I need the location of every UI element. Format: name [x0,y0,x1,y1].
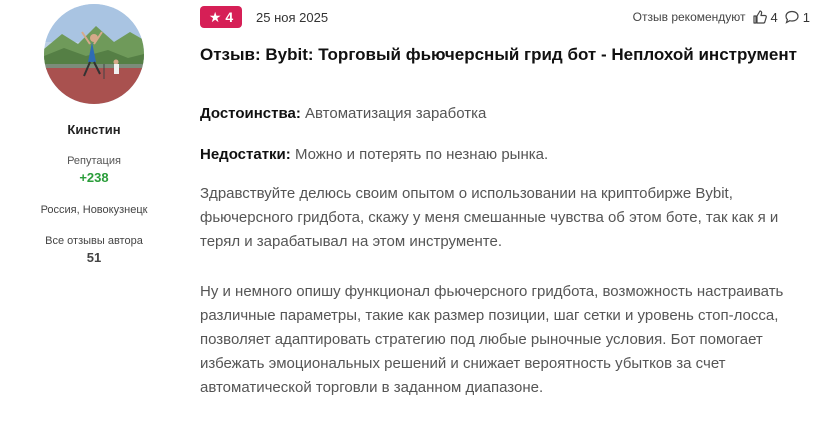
star-icon: ★ [208,9,222,25]
review-cons: Недостатки: Можно и потерять по незнаю р… [200,146,548,163]
like-button[interactable]: 4 [752,9,778,25]
recommend-label: Отзыв рекомендуют [632,10,746,24]
comments-button[interactable]: 1 [784,9,810,25]
author-reviews-link[interactable]: Все отзывы автора [0,235,188,247]
likes-count: 4 [770,9,778,25]
pros-label: Достоинства: [200,105,301,122]
comment-icon [785,10,799,24]
avatar-photo [44,4,144,104]
reputation-label: Репутация [67,155,121,167]
comments-count: 1 [802,9,810,25]
reputation-value: +238 [79,170,109,185]
author-name[interactable]: Кинстин [0,122,188,137]
review-meta: Отзыв рекомендуют 4 1 [633,9,810,25]
cons-label: Недостатки: [200,146,291,163]
cons-text: Можно и потерять по незнаю рынка. [294,146,549,163]
review-date: 25 ноя 2025 [256,10,329,25]
author-reviews-count[interactable]: 51 [0,250,188,265]
review-paragraph: Ну и немного опишу функционал фьючерсног… [200,283,784,396]
thumbs-up-icon [752,10,767,24]
review-paragraph: Здравствуйте делюсь своим опытом о испол… [200,185,779,250]
review-title: Отзыв: Bybit: Торговый фьючерсный грид б… [200,45,797,64]
rating-value: 4 [225,9,234,25]
review-pros: Достоинства: Автоматизация заработка [200,105,486,122]
author-location: Россия, Новокузнецк [40,204,148,216]
pros-text: Автоматизация заработка [305,105,487,122]
avatar[interactable] [44,4,144,104]
rating-badge: ★ 4 [200,6,242,28]
